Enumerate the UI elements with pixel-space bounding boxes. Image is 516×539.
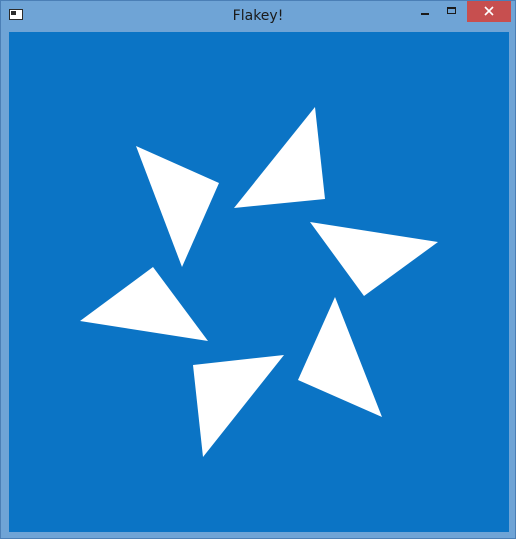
canvas-area[interactable] [9, 32, 509, 532]
flake-triangle-2 [136, 146, 219, 267]
flake-triangle-5 [298, 297, 382, 417]
minimize-button[interactable] [411, 1, 439, 22]
close-button[interactable] [467, 1, 511, 22]
flake-triangle-3 [310, 222, 438, 296]
flake-triangle-4 [80, 267, 208, 341]
close-icon [484, 6, 494, 16]
flake-triangle-6 [193, 355, 284, 457]
app-window: Flakey! [0, 0, 516, 539]
title-bar[interactable]: Flakey! [1, 1, 515, 31]
maximize-button[interactable] [439, 1, 466, 22]
flake-triangle-1 [234, 107, 325, 208]
flake-drawing [80, 107, 438, 457]
